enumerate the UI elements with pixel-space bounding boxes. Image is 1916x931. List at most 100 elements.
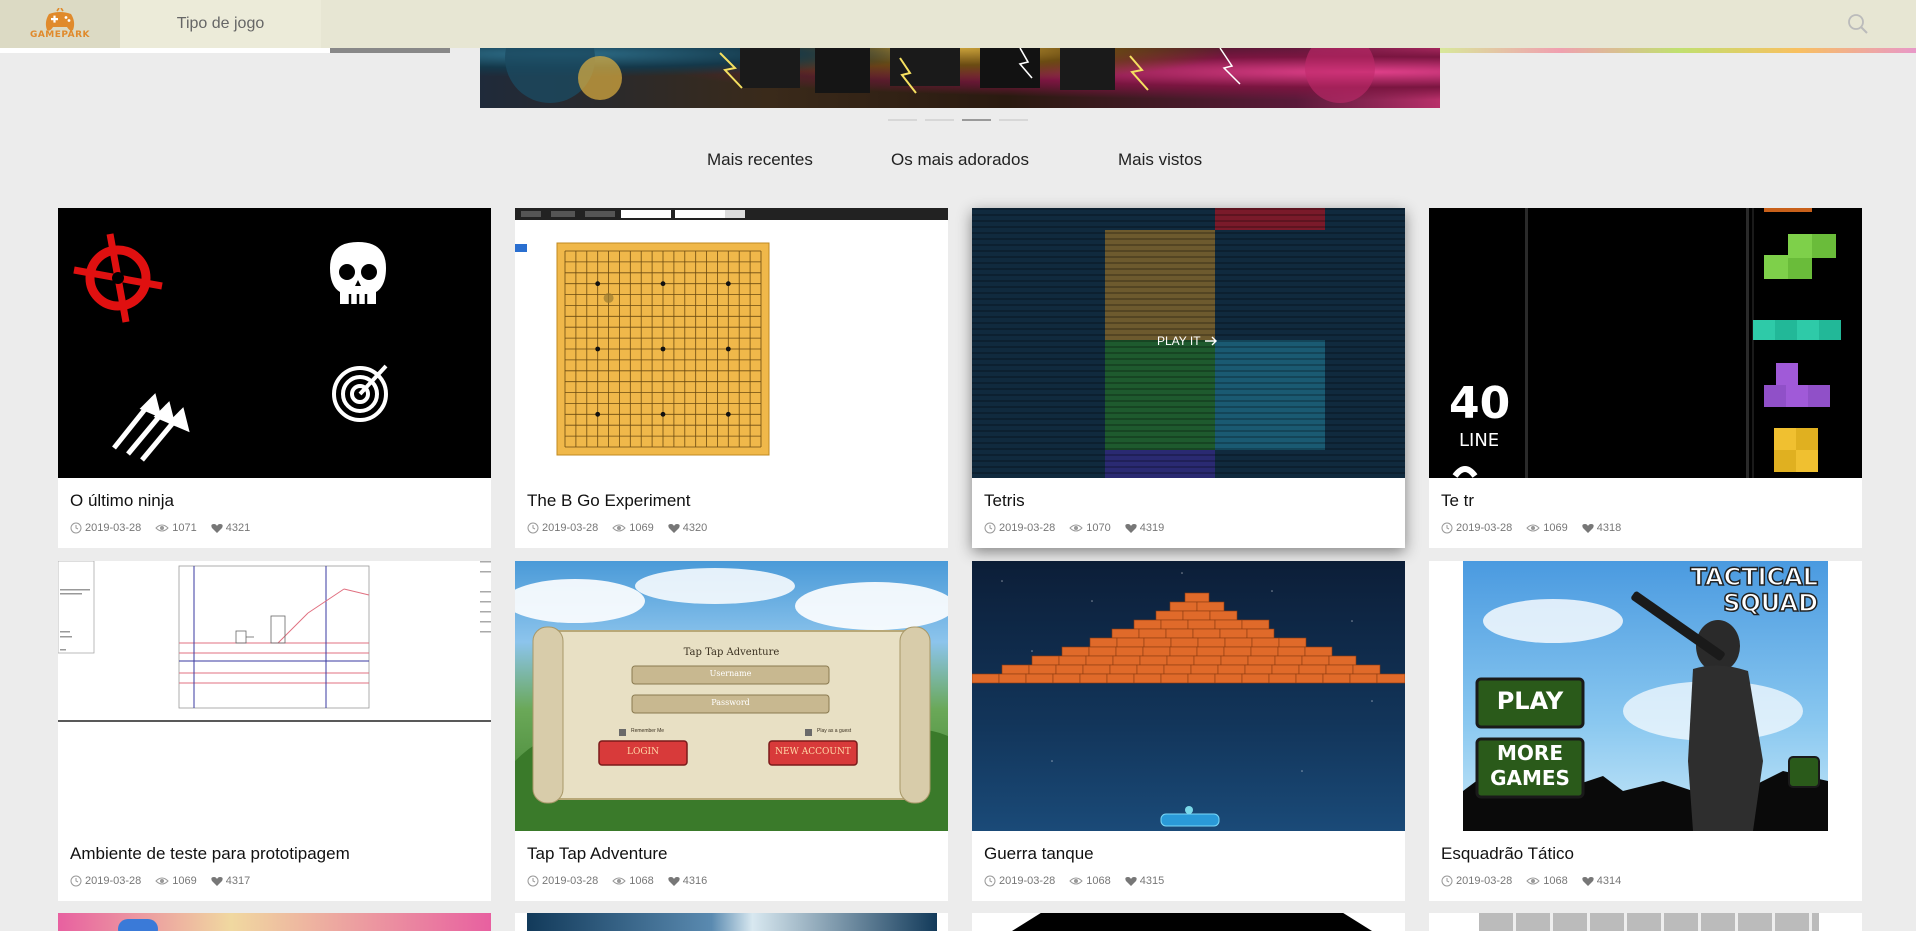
game-stats: 2019-03-28 1069 4320: [527, 522, 721, 534]
game-card[interactable]: Tap Tap Adventure Username Password Reme…: [515, 561, 948, 901]
guest-checkbox[interactable]: Play as a guest: [817, 728, 851, 734]
clock-icon: [984, 522, 996, 534]
game-title[interactable]: Guerra tanque: [984, 844, 1094, 864]
eye-icon: [1526, 877, 1540, 885]
clock-icon: [70, 522, 82, 534]
tetromino-teal: [1753, 320, 1841, 340]
more-games-line1[interactable]: MORE: [1477, 741, 1583, 765]
game-views: 1070: [1086, 522, 1111, 534]
tetromino-purple: [1764, 363, 1830, 407]
eye-icon: [1069, 877, 1083, 885]
game-title[interactable]: O último ninja: [70, 491, 174, 511]
banner-left-edge-dark: [330, 48, 450, 53]
arrows-icon: [112, 393, 190, 462]
game-date: 2019-03-28: [85, 522, 142, 534]
gamepark-logo[interactable]: GAMEPARK: [0, 0, 120, 48]
game-thumbnail: [58, 208, 491, 478]
game-card[interactable]: The B Go Experiment 2019-03-28 1069 4320: [515, 208, 948, 548]
game-date: 2019-03-28: [542, 875, 599, 887]
game-title[interactable]: Tap Tap Adventure: [527, 844, 668, 864]
heart-icon[interactable]: [1582, 523, 1594, 534]
username-field[interactable]: Username: [632, 669, 829, 678]
login-button[interactable]: LOGIN: [599, 747, 687, 757]
clock-icon: [984, 875, 996, 887]
banner-right-edge: [1440, 48, 1916, 53]
new-account-button[interactable]: NEW ACCOUNT: [769, 747, 857, 757]
game-views: 1068: [1086, 875, 1111, 887]
game-card[interactable]: O último ninja 2019-03-28 1071 4321: [58, 208, 491, 548]
game-date: 2019-03-28: [1456, 875, 1513, 887]
logo-text: GAMEPARK: [29, 30, 91, 40]
game-card-partial[interactable]: [1429, 913, 1862, 931]
game-thumbnail: 40 LINE: [1429, 208, 1862, 478]
filter-most-loved[interactable]: Os mais adorados: [891, 150, 1029, 170]
game-card[interactable]: 40 LINE Te tr 2019-03-28 1069 4318: [1429, 208, 1862, 548]
score-value: 40: [1449, 378, 1511, 429]
game-date: 2019-03-28: [85, 875, 142, 887]
carousel-dot[interactable]: [888, 119, 917, 121]
score-label: LINE: [1459, 430, 1500, 451]
heart-icon[interactable]: [1125, 876, 1137, 887]
game-likes: 4315: [1139, 875, 1165, 887]
game-views: 1068: [629, 875, 654, 887]
heart-icon[interactable]: [1582, 876, 1594, 887]
search-icon[interactable]: [1846, 12, 1870, 36]
game-thumbnail: [972, 561, 1405, 831]
filter-most-viewed[interactable]: Mais vistos: [1118, 150, 1202, 170]
game-thumbnail: PLAY IT: [972, 208, 1405, 478]
game-card[interactable]: PLAY IT Tetris 2019-03-28 1070 4319: [972, 208, 1405, 548]
heart-icon[interactable]: [1125, 523, 1137, 534]
carousel-dot[interactable]: [925, 119, 954, 121]
heart-icon[interactable]: [668, 523, 680, 534]
game-card-partial[interactable]: [58, 913, 491, 931]
play-it-overlay[interactable]: PLAY IT: [1157, 334, 1218, 348]
game-card[interactable]: TACTICAL SQUAD PLAY MORE GAMES Esquadrão…: [1429, 561, 1862, 901]
game-stats: 2019-03-28 1068 4316: [527, 875, 721, 887]
filter-most-recent[interactable]: Mais recentes: [707, 150, 813, 170]
game-card[interactable]: Guerra tanque 2019-03-28 1068 4315: [972, 561, 1405, 901]
carousel-indicators: [888, 119, 1028, 121]
heart-icon[interactable]: [211, 523, 223, 534]
password-field[interactable]: Password: [632, 698, 829, 707]
heart-icon[interactable]: [668, 876, 680, 887]
game-likes: 4314: [1596, 875, 1622, 887]
game-views: 1071: [172, 522, 197, 534]
game-likes: 4320: [682, 522, 708, 534]
brick-pyramid: [972, 592, 1405, 684]
carousel-dot-active[interactable]: [962, 119, 991, 121]
clock-icon: [527, 875, 539, 887]
eye-icon: [1526, 524, 1540, 532]
game-date: 2019-03-28: [999, 522, 1056, 534]
target-icon: [332, 364, 388, 422]
clock-icon: [1441, 875, 1453, 887]
play-button[interactable]: PLAY: [1477, 687, 1583, 715]
game-title[interactable]: Esquadrão Tático: [1441, 844, 1574, 864]
game-thumbnail: [515, 208, 948, 478]
game-card-partial[interactable]: [515, 913, 948, 931]
game-title[interactable]: Tetris: [984, 491, 1025, 511]
game-title[interactable]: Te tr: [1441, 491, 1474, 511]
clock-icon: [527, 522, 539, 534]
arrow-right-icon: [1204, 336, 1217, 346]
nav-game-type[interactable]: Tipo de jogo: [120, 0, 321, 48]
game-card[interactable]: Ambiente de teste para prototipagem 2019…: [58, 561, 491, 901]
featured-banner[interactable]: [480, 48, 1440, 108]
game-likes: 4317: [225, 875, 251, 887]
game-likes: 4319: [1139, 522, 1165, 534]
remember-me-checkbox[interactable]: Remember Me: [631, 728, 664, 734]
game-stats: 2019-03-28 1070 4319: [984, 522, 1178, 534]
game-views: 1069: [629, 522, 654, 534]
eye-icon: [612, 524, 626, 532]
heart-icon[interactable]: [211, 876, 223, 887]
game-title[interactable]: The B Go Experiment: [527, 491, 690, 511]
game-title[interactable]: Ambiente de teste para prototipagem: [70, 844, 350, 864]
carousel-dot[interactable]: [999, 119, 1028, 121]
tactical-logo-line1: TACTICAL: [1690, 562, 1819, 592]
game-card-partial[interactable]: [972, 913, 1405, 931]
more-games-line2[interactable]: GAMES: [1477, 766, 1583, 790]
game-stats: 2019-03-28 1069 4318: [1441, 522, 1635, 534]
eye-icon: [1069, 524, 1083, 532]
gamepad-icon: [45, 8, 75, 31]
tetromino-yellow: [1774, 428, 1818, 472]
game-stats: 2019-03-28 1068 4314: [1441, 875, 1635, 887]
